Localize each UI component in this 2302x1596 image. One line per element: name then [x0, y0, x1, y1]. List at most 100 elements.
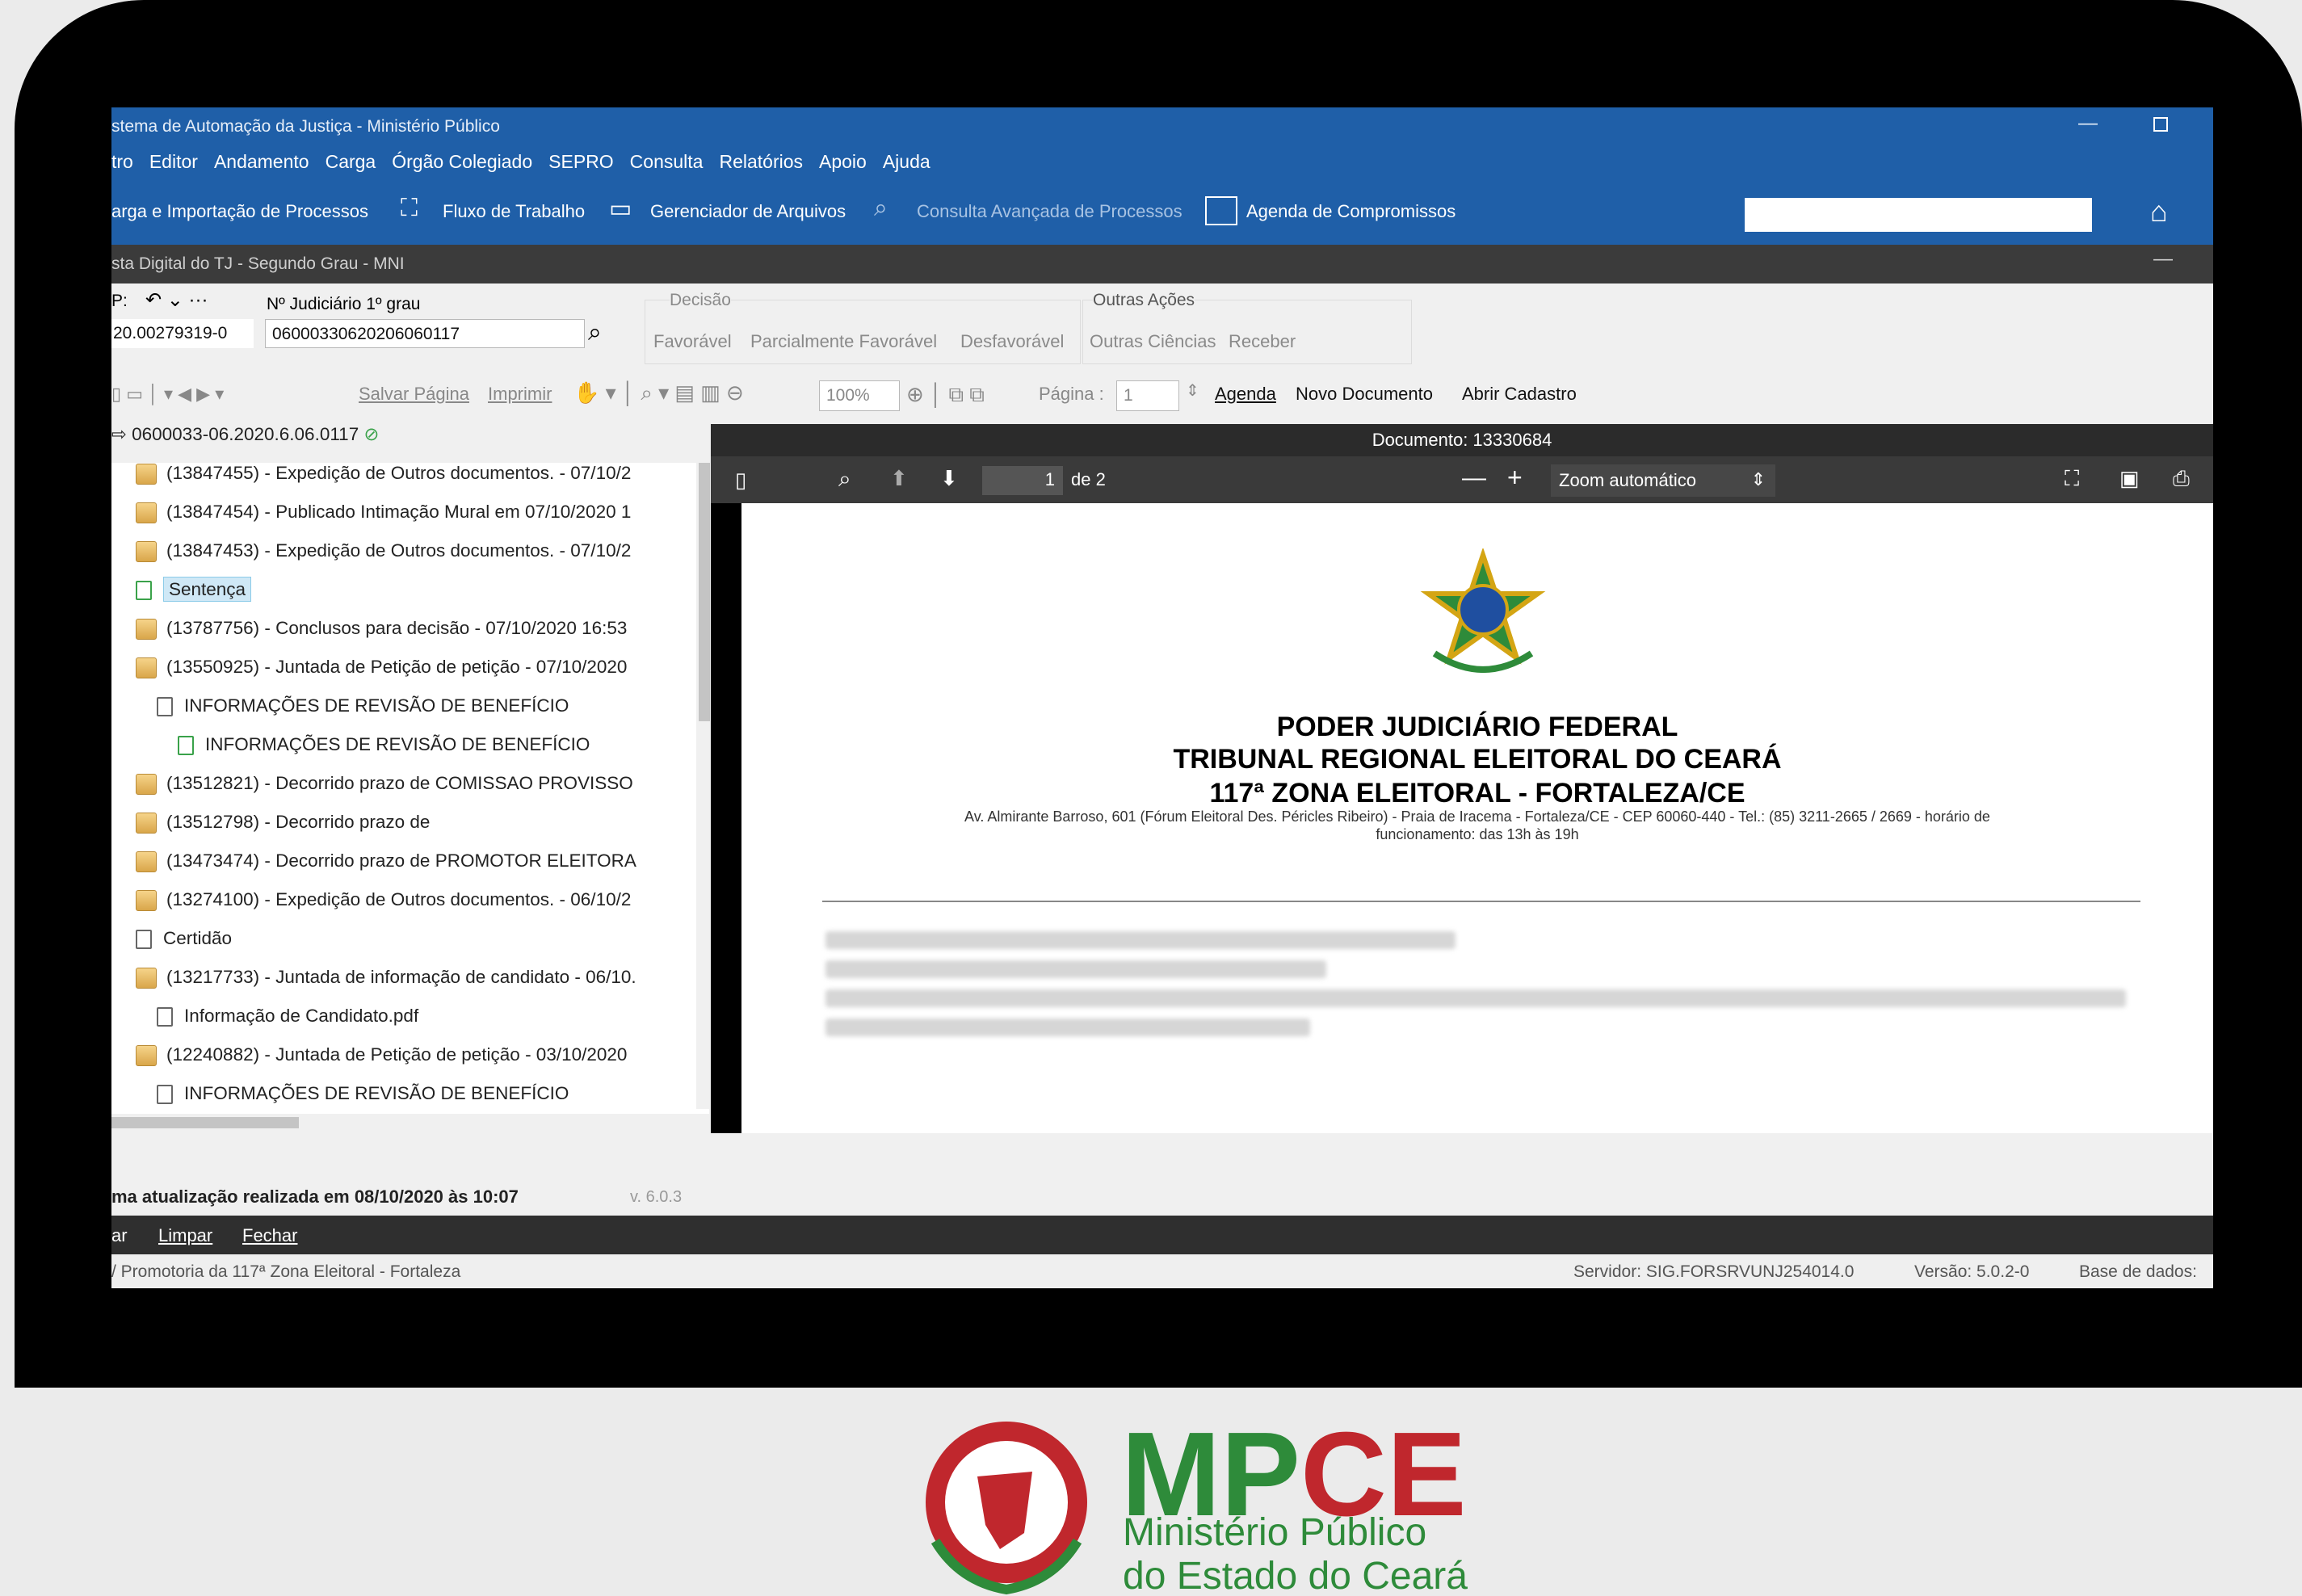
tree-item[interactable]: (13473474) - Decorrido prazo de PROMOTOR… [111, 850, 636, 889]
open-file-icon[interactable]: ▣ [2119, 466, 2140, 491]
consulta-button[interactable]: Consulta Avançada de Processos [917, 201, 1183, 222]
nj-input[interactable]: 06000330620206060117 [265, 319, 585, 348]
menu-item[interactable]: Ajuda [883, 151, 930, 172]
undo-icon[interactable]: ↶ ⌄ ··· [145, 288, 208, 312]
search-icon[interactable]: ⌕ [588, 319, 602, 346]
tree-item-label: Certidão [163, 928, 233, 948]
document-icon [157, 697, 173, 717]
folder-icon [136, 890, 157, 912]
calendar-icon [1205, 196, 1237, 225]
toolbar-search-input[interactable] [1745, 198, 2092, 232]
tree-root[interactable]: ⇨ 0600033-06.2020.6.06.0117 ⊘ [111, 424, 379, 445]
zoom-value: Zoom automático [1559, 470, 1696, 490]
tree-item[interactable]: (13274100) - Expedição de Outros documen… [111, 889, 631, 928]
tree-item-label: (13847454) - Publicado Intimação Mural e… [166, 502, 632, 522]
tree-item-label: (13217733) - Juntada de informação de ca… [166, 967, 636, 987]
abrir-cadastro-link[interactable]: Abrir Cadastro [1462, 384, 1577, 405]
action-button-partial[interactable]: ar [111, 1225, 128, 1246]
tree-item[interactable]: (13512821) - Decorrido prazo de COMISSAO… [111, 773, 633, 812]
tree-item[interactable]: (13787756) - Conclusos para decisão - 07… [111, 618, 627, 657]
zoom-in-icon[interactable]: ⊕ │ ⧉ ⧉ [906, 382, 985, 408]
hscroll-thumb[interactable] [111, 1117, 299, 1128]
pdf-address1: Av. Almirante Barroso, 601 (Fórum Eleito… [964, 808, 1990, 825]
folder-icon [136, 541, 157, 563]
sidebar-toggle-icon[interactable]: ▯ [735, 468, 746, 493]
desfavoravel-button[interactable]: Desfavorável [960, 331, 1064, 352]
footer-versao: Versão: 5.0.2-0 [1914, 1262, 2030, 1281]
zoom-select[interactable]: Zoom automático ⇕ [1551, 464, 1775, 497]
p-label: P: [111, 292, 128, 310]
agenda-link[interactable]: Agenda [1215, 384, 1276, 405]
zoom-in-icon[interactable]: + [1507, 463, 1523, 493]
fechar-button[interactable]: Fechar [242, 1225, 297, 1246]
tree-item[interactable]: Certidão [111, 928, 232, 967]
carga-button[interactable]: arga e Importação de Processos [111, 201, 368, 222]
tree-item-label: Informação de Candidato.pdf [184, 1006, 419, 1026]
tree-scrollbar[interactable] [696, 430, 712, 1109]
tree-item[interactable]: INFORMAÇÕES DE REVISÃO DE BENEFÍCIO [111, 695, 569, 734]
parcial-button[interactable]: Parcialmente Favorável [750, 331, 937, 352]
tree-item-label: INFORMAÇÕES DE REVISÃO DE BENEFÍCIO [184, 1083, 569, 1103]
p-input[interactable]: 20.00279319-0 [111, 319, 254, 348]
menu-item[interactable]: Andamento [214, 151, 309, 172]
minimize-icon[interactable]: — [2078, 112, 2098, 135]
folder-icon [136, 851, 157, 873]
menu-bar: tro Editor Andamento Carga Órgão Colegiado SE… [111, 145, 2213, 180]
pdf-address2: funcionamento: das 13h às 19h [1376, 826, 1579, 842]
pdf-line3: 117ª ZONA ELEITORAL - FORTALEZA/CE [1209, 778, 1745, 808]
scroll-thumb[interactable] [699, 463, 710, 721]
tree-item[interactable]: (13847453) - Expedição de Outros documen… [111, 540, 631, 579]
limpar-button[interactable]: Limpar [158, 1225, 212, 1246]
menu-item[interactable]: Apoio [819, 151, 867, 172]
tree-item[interactable]: Sentença [111, 577, 252, 618]
tree-item[interactable]: (13847455) - Expedição de Outros documen… [111, 463, 631, 502]
document-icon [136, 581, 152, 601]
check-icon: ⊘ [363, 424, 380, 444]
agenda-button[interactable]: Agenda de Compromissos [1246, 201, 1456, 222]
tree-item[interactable]: (12240882) - Juntada de Petição de petiç… [111, 1044, 627, 1083]
tree-item[interactable]: (13550925) - Juntada de Petição de petiç… [111, 657, 627, 695]
receber-button[interactable]: Receber [1229, 331, 1296, 352]
menu-item[interactable]: tro [111, 151, 133, 172]
gerenciador-button[interactable]: Gerenciador de Arquivos [650, 201, 846, 222]
zoom-select[interactable]: 100% [819, 380, 900, 411]
favoravel-button[interactable]: Favorável [653, 331, 732, 352]
menu-item[interactable]: SEPRO [548, 151, 614, 172]
footer-servidor: Servidor: SIG.FORSRVUNJ254014.0 [1573, 1262, 1855, 1281]
tree-item-label: (13847455) - Expedição de Outros documen… [166, 463, 632, 483]
fullscreen-icon[interactable]: ⛶ [2065, 466, 2079, 492]
menu-item[interactable]: Carga [326, 151, 376, 172]
find-icon[interactable]: ⌕ [838, 466, 851, 493]
folder-icon [136, 502, 157, 524]
nav-arrows-icon[interactable]: ▯ ▭ │ ▾ ◀ ▶ ▾ [111, 384, 224, 405]
app-window: stema de Automação da Justiça - Ministér… [111, 107, 2213, 1288]
imprimir-button[interactable]: Imprimir [488, 384, 552, 405]
stepper-icon[interactable]: ⇕ [1186, 380, 1199, 401]
prev-page-icon[interactable]: ⬆ [890, 466, 908, 491]
hand-icon[interactable]: ✋ ▾ │ ⌕ ▾ ▤ ▥ ⊖ [573, 380, 744, 406]
page-number-input[interactable]: 1 [982, 466, 1063, 495]
menu-item[interactable]: Editor [149, 151, 198, 172]
print-icon[interactable]: ⎙ [2173, 466, 2190, 492]
tree-item[interactable]: (13512798) - Decorrido prazo de [111, 812, 430, 850]
menu-item[interactable]: Relatórios [719, 151, 803, 172]
tree-item[interactable]: Informação de Candidato.pdf [111, 1006, 418, 1044]
zoom-out-icon[interactable]: — [1462, 464, 1486, 492]
next-page-icon[interactable]: ⬇ [940, 466, 958, 491]
novo-documento-link[interactable]: Novo Documento [1296, 384, 1433, 405]
home-icon[interactable]: ⌂ [2150, 195, 2168, 229]
menu-item[interactable]: Órgão Colegiado [392, 151, 532, 172]
folder-icon [136, 657, 157, 679]
tree-hscrollbar[interactable] [111, 1114, 709, 1132]
main-toolbar: arga e Importação de Processos ⛶ Fluxo d… [111, 180, 2213, 245]
tree-item[interactable]: INFORMAÇÕES DE REVISÃO DE BENEFÍCIO [111, 734, 590, 773]
fluxo-button[interactable]: Fluxo de Trabalho [443, 201, 585, 222]
salvar-button[interactable]: Salvar Página [359, 384, 469, 405]
collapse-icon[interactable]: — [2153, 248, 2173, 271]
tree-item[interactable]: (13847454) - Publicado Intimação Mural e… [111, 502, 631, 540]
pagina-input[interactable]: 1 [1116, 380, 1179, 411]
tree-item[interactable]: (13217733) - Juntada de informação de ca… [111, 967, 636, 1006]
menu-item[interactable]: Consulta [630, 151, 704, 172]
outras-ciencias-button[interactable]: Outras Ciências [1090, 331, 1216, 352]
restore-icon[interactable] [2153, 117, 2168, 132]
